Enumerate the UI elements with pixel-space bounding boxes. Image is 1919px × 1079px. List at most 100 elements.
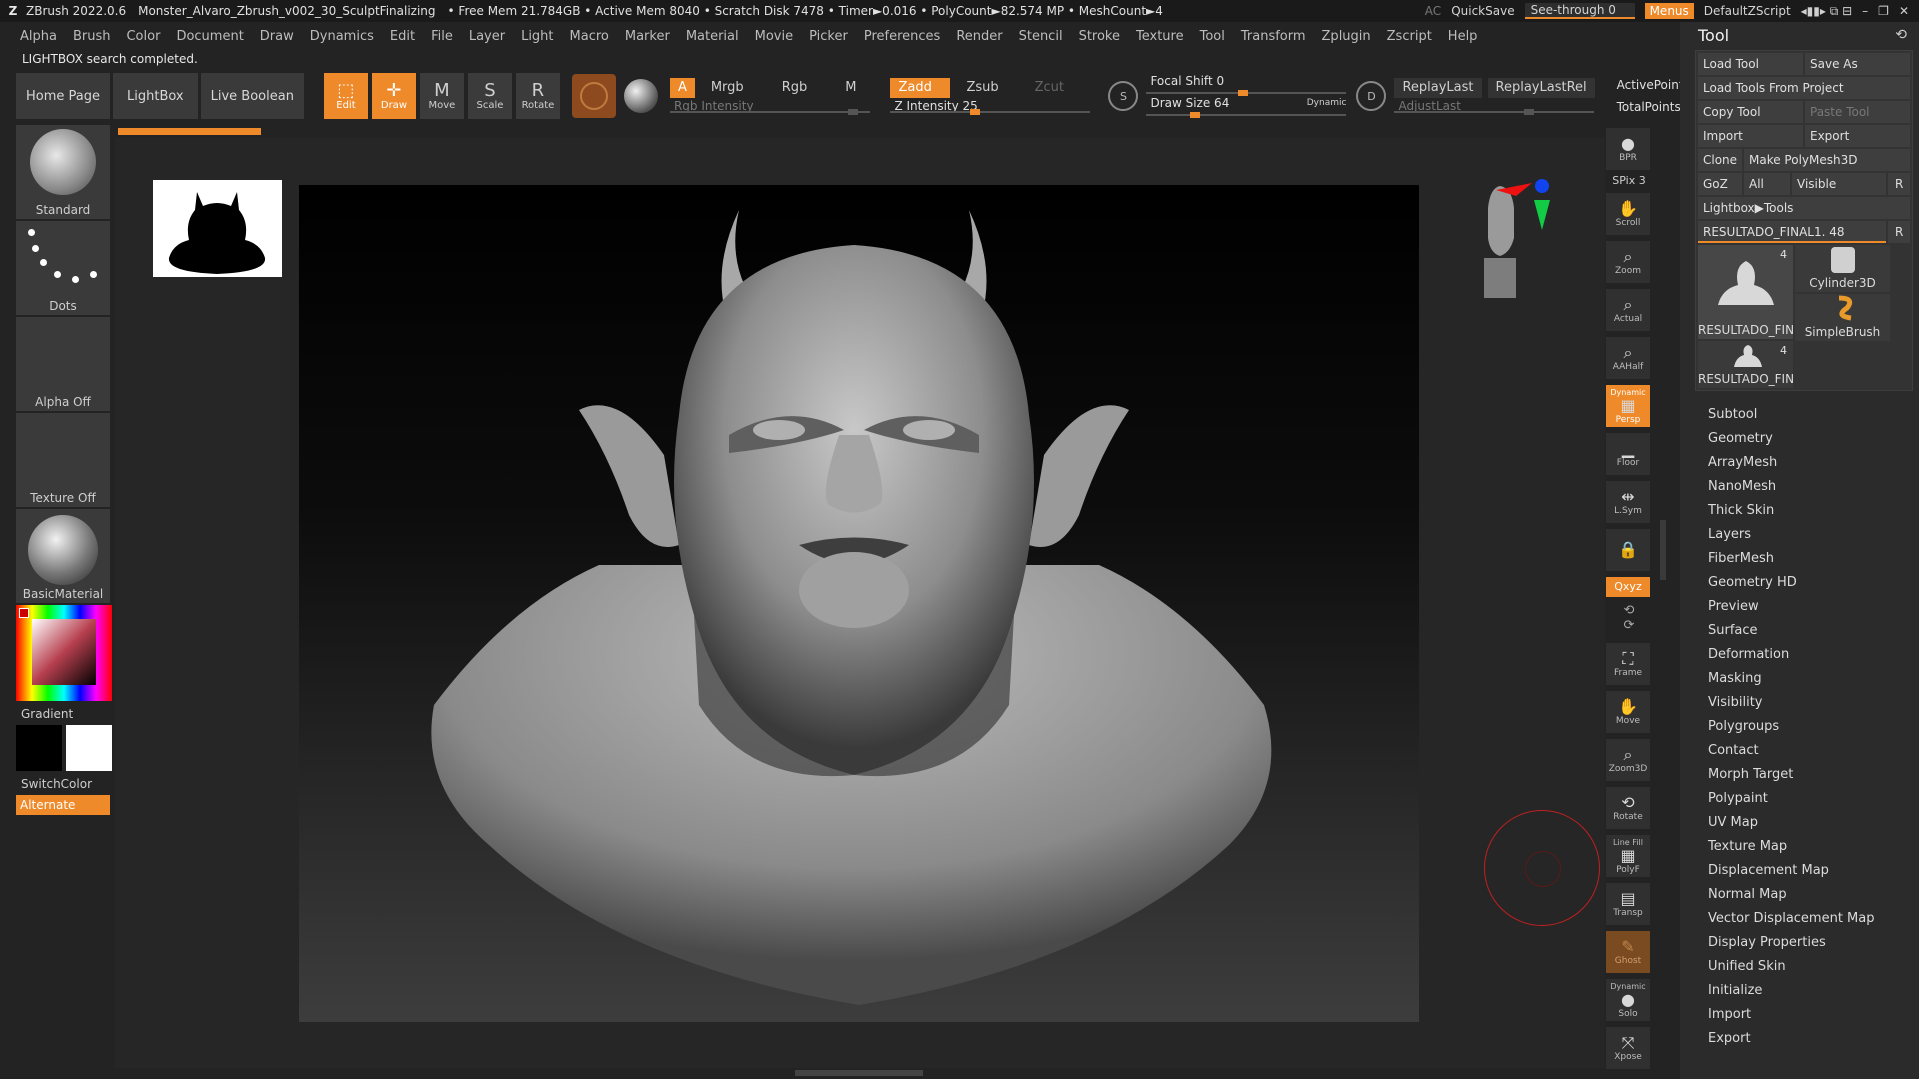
rgb-intensity-slider[interactable]: Rgb Intensity <box>669 99 870 115</box>
menu-stencil[interactable]: Stencil <box>1019 29 1063 44</box>
menu-render[interactable]: Render <box>956 29 1002 44</box>
material-selector[interactable]: BasicMaterial <box>16 509 110 603</box>
replay-last-button[interactable]: ReplayLast <box>1394 78 1482 98</box>
menu-material[interactable]: Material <box>686 29 739 44</box>
menu-marker[interactable]: Marker <box>625 29 670 44</box>
draw-size-slider[interactable]: Draw Size 64 Dynamic <box>1146 96 1347 118</box>
zoom-button[interactable]: ⌕ Zoom <box>1606 241 1650 283</box>
solo-button[interactable]: Dynamic ● Solo <box>1606 979 1650 1021</box>
load-tool-button[interactable]: Load Tool <box>1698 53 1803 75</box>
draw-mode-button[interactable]: ✛ Draw <box>371 73 416 119</box>
brush-selector[interactable]: Standard <box>16 125 110 219</box>
scroll-button[interactable]: ✋ Scroll <box>1606 193 1650 235</box>
default-zscript-button[interactable]: DefaultZScript <box>1704 4 1791 18</box>
tool-menu-layers[interactable]: Layers <box>1708 523 1919 547</box>
alpha-selector[interactable]: Alpha Off <box>16 317 110 411</box>
actual-button[interactable]: ⌕ Actual <box>1606 289 1650 331</box>
menu-alpha[interactable]: Alpha <box>20 29 57 44</box>
menu-stroke[interactable]: Stroke <box>1079 29 1120 44</box>
menu-document[interactable]: Document <box>176 29 243 44</box>
home-page-button[interactable]: Home Page <box>16 73 110 119</box>
tool-menu-normal-map[interactable]: Normal Map <box>1708 883 1919 907</box>
secondary-color-swatch[interactable] <box>66 725 112 771</box>
brush-color-swatch[interactable] <box>571 74 616 118</box>
mrgb-toggle[interactable]: Mrgb <box>703 78 752 98</box>
tool-menu-subtool[interactable]: Subtool <box>1708 403 1919 427</box>
zcut-toggle[interactable]: Zcut <box>1027 78 1072 98</box>
focal-shift-slider[interactable]: Focal Shift 0 <box>1146 74 1347 96</box>
silhouette-thumbnail[interactable] <box>153 180 282 277</box>
menus-toggle[interactable]: Menus <box>1644 3 1694 19</box>
menu-light[interactable]: Light <box>521 29 553 44</box>
tool-thumb-simplebrush[interactable]: SimpleBrush <box>1795 294 1890 341</box>
menu-brush[interactable]: Brush <box>73 29 111 44</box>
menu-color[interactable]: Color <box>126 29 160 44</box>
stroke-selector[interactable]: Dots <box>16 221 110 315</box>
see-through-slider[interactable]: See-through 0 <box>1524 3 1635 19</box>
tool-menu-polygroups[interactable]: Polygroups <box>1708 715 1919 739</box>
lightbox-tools-button[interactable]: Lightbox▶Tools <box>1698 197 1910 219</box>
tool-menu-geometry[interactable]: Geometry <box>1708 427 1919 451</box>
rotate-mode-button[interactable]: R Rotate <box>515 73 560 119</box>
canvas-scroll-grip[interactable] <box>795 1070 923 1076</box>
tool-menu-unified-skin[interactable]: Unified Skin <box>1708 955 1919 979</box>
tool-menu-surface[interactable]: Surface <box>1708 619 1919 643</box>
floor-button[interactable]: ▁ Floor <box>1606 433 1650 475</box>
tool-menu-import[interactable]: Import <box>1708 1003 1919 1027</box>
menu-transform[interactable]: Transform <box>1241 29 1306 44</box>
xpose-button[interactable]: ⤧ Xpose <box>1606 1027 1650 1069</box>
current-tool-r-button[interactable]: R <box>1888 221 1910 243</box>
navigation-gizmo[interactable] <box>1470 178 1550 303</box>
goz-r-button[interactable]: R <box>1888 173 1910 195</box>
bpr-button[interactable]: ● BPR <box>1606 128 1650 170</box>
clone-button[interactable]: Clone <box>1698 149 1742 171</box>
zoom3d-button[interactable]: ⌕ Zoom3D <box>1606 739 1650 781</box>
edit-mode-button[interactable]: ⬚ Edit <box>323 73 368 119</box>
tool-menu-uv-map[interactable]: UV Map <box>1708 811 1919 835</box>
goz-all-button[interactable]: All <box>1744 173 1790 195</box>
tool-menu-display-properties[interactable]: Display Properties <box>1708 931 1919 955</box>
adjust-last-slider[interactable]: AdjustLast <box>1394 99 1595 115</box>
move-view-button[interactable]: ✋ Move <box>1606 691 1650 733</box>
persp-button[interactable]: Dynamic ▦ Persp <box>1606 385 1650 427</box>
ac-button[interactable]: AC <box>1425 4 1441 18</box>
menu-tool[interactable]: Tool <box>1200 29 1225 44</box>
zadd-toggle[interactable]: Zadd <box>890 78 951 98</box>
dynamic-label[interactable]: Dynamic <box>1307 98 1347 108</box>
tool-menu-arraymesh[interactable]: ArrayMesh <box>1708 451 1919 475</box>
palette-popup-icon[interactable]: ⟲ <box>1895 27 1907 43</box>
xyz-symmetry-toggle[interactable]: Qxyz <box>1606 577 1650 597</box>
close-icon[interactable]: ✕ <box>1899 4 1909 18</box>
tool-menu-polypaint[interactable]: Polypaint <box>1708 787 1919 811</box>
dynamic-d-icon[interactable]: D <box>1356 81 1387 111</box>
menu-zscript[interactable]: Zscript <box>1387 29 1432 44</box>
tool-menu-contact[interactable]: Contact <box>1708 739 1919 763</box>
focal-s-icon[interactable]: S <box>1108 81 1139 111</box>
adjust-last-knob[interactable] <box>1524 109 1535 115</box>
sculpt-viewport[interactable] <box>299 185 1419 1022</box>
layout-icons[interactable]: ◂▮▮▸ ⧉ ⊟ <box>1801 4 1853 19</box>
tool-menu-initialize[interactable]: Initialize <box>1708 979 1919 1003</box>
rgb-intensity-knob[interactable] <box>847 109 858 115</box>
tool-thumb-resultado-2[interactable]: 4 RESULTADO_FIN <box>1698 341 1794 388</box>
gradient-label[interactable]: Gradient <box>16 701 112 725</box>
tool-menu-masking[interactable]: Masking <box>1708 667 1919 691</box>
current-tool-slider[interactable]: RESULTADO_FINAL1. 48 <box>1698 221 1886 243</box>
tool-menu-fibermesh[interactable]: FiberMesh <box>1708 547 1919 571</box>
texture-selector[interactable]: Texture Off <box>16 413 110 507</box>
lock-button[interactable]: 🔒 <box>1606 529 1650 571</box>
move-mode-button[interactable]: M Move <box>419 73 464 119</box>
tool-menu-export[interactable]: Export <box>1708 1027 1919 1051</box>
replay-last-rel-button[interactable]: ReplayLastRel <box>1487 78 1595 98</box>
menu-draw[interactable]: Draw <box>260 29 294 44</box>
export-tool-button[interactable]: Export <box>1805 125 1910 147</box>
z-intensity-slider[interactable]: Z Intensity 25 <box>890 99 1091 115</box>
rotate-axis-icons[interactable]: ⟲ ⟳ <box>1606 603 1652 643</box>
tool-palette-header[interactable]: Tool ⟲ <box>1680 22 1919 48</box>
local-symmetry-button[interactable]: ⇹ L.Sym <box>1606 481 1650 523</box>
tool-thumb-cylinder3d[interactable]: Cylinder3D <box>1795 245 1890 292</box>
tool-menu-displacement-map[interactable]: Displacement Map <box>1708 859 1919 883</box>
menu-zplugin[interactable]: Zplugin <box>1322 29 1371 44</box>
goz-visible-button[interactable]: Visible <box>1792 173 1886 195</box>
m-toggle[interactable]: M <box>837 78 864 98</box>
